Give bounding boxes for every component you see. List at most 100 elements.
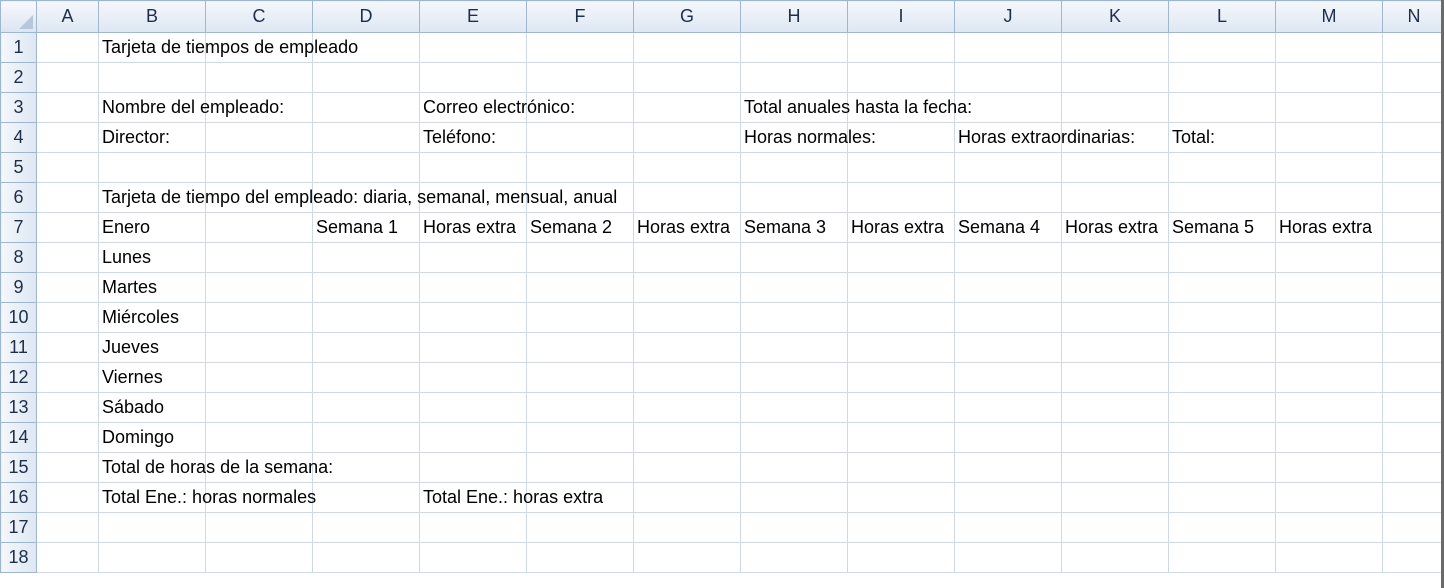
cell-a11[interactable] [36, 332, 99, 363]
cell-h14[interactable] [740, 422, 848, 453]
cell-b13[interactable]: Sábado [98, 392, 206, 423]
cell-i13[interactable] [847, 392, 955, 423]
row-header-1[interactable]: 1 [0, 32, 37, 63]
cell-n9[interactable] [1382, 272, 1444, 303]
column-header-k[interactable]: K [1061, 0, 1169, 33]
cell-e11[interactable] [419, 332, 527, 363]
cell-n3[interactable] [1382, 92, 1444, 123]
cell-g9[interactable] [633, 272, 741, 303]
cell-a6[interactable] [36, 182, 99, 213]
cell-a10[interactable] [36, 302, 99, 333]
column-header-g[interactable]: G [633, 0, 741, 33]
cell-j18[interactable] [954, 542, 1062, 573]
cell-f4[interactable] [526, 122, 634, 153]
cell-f18[interactable] [526, 542, 634, 573]
cell-n13[interactable] [1382, 392, 1444, 423]
cell-d5[interactable] [312, 152, 420, 183]
cell-l6[interactable] [1168, 182, 1276, 213]
cell-n16[interactable] [1382, 482, 1444, 513]
cell-j17[interactable] [954, 512, 1062, 543]
row-header-4[interactable]: 4 [0, 122, 37, 153]
cell-a18[interactable] [36, 542, 99, 573]
cell-g3[interactable] [633, 92, 741, 123]
cell-i17[interactable] [847, 512, 955, 543]
cell-j6[interactable] [954, 182, 1062, 213]
cell-b10[interactable]: Miércoles [98, 302, 206, 333]
cell-m7[interactable]: Horas extra [1275, 212, 1383, 243]
cell-h8[interactable] [740, 242, 848, 273]
cell-i8[interactable] [847, 242, 955, 273]
cell-k9[interactable] [1061, 272, 1169, 303]
row-header-7[interactable]: 7 [0, 212, 37, 243]
cell-i18[interactable] [847, 542, 955, 573]
cell-m13[interactable] [1275, 392, 1383, 423]
cell-c17[interactable] [205, 512, 313, 543]
cell-b14[interactable]: Domingo [98, 422, 206, 453]
cell-m17[interactable] [1275, 512, 1383, 543]
cell-m5[interactable] [1275, 152, 1383, 183]
cell-j7[interactable]: Semana 4 [954, 212, 1062, 243]
cell-m11[interactable] [1275, 332, 1383, 363]
cell-g2[interactable] [633, 62, 741, 93]
cell-h10[interactable] [740, 302, 848, 333]
cell-j14[interactable] [954, 422, 1062, 453]
cell-a7[interactable] [36, 212, 99, 243]
cell-b4[interactable]: Director: [98, 122, 206, 153]
cell-d16[interactable] [312, 482, 420, 513]
cell-k16[interactable] [1061, 482, 1169, 513]
row-header-8[interactable]: 8 [0, 242, 37, 273]
row-header-5[interactable]: 5 [0, 152, 37, 183]
cell-a3[interactable] [36, 92, 99, 123]
cell-b18[interactable] [98, 542, 206, 573]
cell-a12[interactable] [36, 362, 99, 393]
cell-h2[interactable] [740, 62, 848, 93]
cell-i11[interactable] [847, 332, 955, 363]
cell-b11[interactable]: Jueves [98, 332, 206, 363]
cell-n15[interactable] [1382, 452, 1444, 483]
row-header-18[interactable]: 18 [0, 542, 37, 573]
cell-b1[interactable]: Tarjeta de tiempos de empleado [98, 32, 358, 63]
cell-d7[interactable]: Semana 1 [312, 212, 420, 243]
cell-m16[interactable] [1275, 482, 1383, 513]
cell-i15[interactable] [847, 452, 955, 483]
row-header-12[interactable]: 12 [0, 362, 37, 393]
cell-a2[interactable] [36, 62, 99, 93]
cell-n2[interactable] [1382, 62, 1444, 93]
cell-i6[interactable] [847, 182, 955, 213]
cell-e18[interactable] [419, 542, 527, 573]
cell-m1[interactable] [1275, 32, 1383, 63]
cell-b5[interactable] [98, 152, 206, 183]
column-header-b[interactable]: B [98, 0, 206, 33]
cell-j1[interactable] [954, 32, 1062, 63]
cell-d8[interactable] [312, 242, 420, 273]
cell-f8[interactable] [526, 242, 634, 273]
cell-e13[interactable] [419, 392, 527, 423]
cell-c5[interactable] [205, 152, 313, 183]
cell-f1[interactable] [526, 32, 634, 63]
cell-d10[interactable] [312, 302, 420, 333]
cell-j16[interactable] [954, 482, 1062, 513]
cell-a15[interactable] [36, 452, 99, 483]
cell-d2[interactable] [312, 62, 420, 93]
row-header-17[interactable]: 17 [0, 512, 37, 543]
cell-g6[interactable] [633, 182, 741, 213]
cell-c10[interactable] [205, 302, 313, 333]
cell-n12[interactable] [1382, 362, 1444, 393]
cell-i16[interactable] [847, 482, 955, 513]
cell-g12[interactable] [633, 362, 741, 393]
cell-f15[interactable] [526, 452, 634, 483]
cell-f13[interactable] [526, 392, 634, 423]
cell-h13[interactable] [740, 392, 848, 423]
cell-c11[interactable] [205, 332, 313, 363]
row-header-6[interactable]: 6 [0, 182, 37, 213]
cell-m3[interactable] [1275, 92, 1383, 123]
row-header-13[interactable]: 13 [0, 392, 37, 423]
column-header-a[interactable]: A [36, 0, 99, 33]
cell-l7[interactable]: Semana 5 [1168, 212, 1276, 243]
column-header-m[interactable]: M [1275, 0, 1383, 33]
column-header-h[interactable]: H [740, 0, 848, 33]
cell-c14[interactable] [205, 422, 313, 453]
cell-i7[interactable]: Horas extra [847, 212, 955, 243]
cell-g18[interactable] [633, 542, 741, 573]
cell-d3[interactable] [312, 92, 420, 123]
